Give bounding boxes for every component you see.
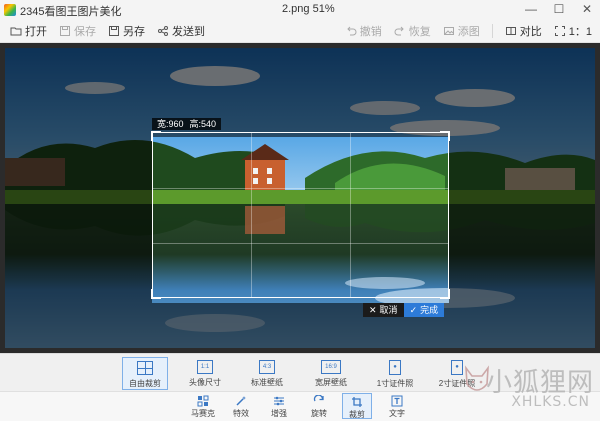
image-canvas[interactable]: 宽:960 高:540 ✕ 取消 ✓ 完成 (0, 43, 600, 353)
save-label: 保存 (74, 26, 96, 38)
add-image-label: 添图 (457, 26, 480, 38)
redo-icon (394, 26, 404, 36)
crop-handle-top-right[interactable] (440, 131, 450, 141)
add-image-button[interactable]: 添图 (443, 22, 480, 40)
tool-mosaic[interactable]: 马赛克 (188, 393, 218, 419)
folder-icon (10, 27, 22, 36)
crop-selection-box[interactable] (151, 131, 450, 299)
share-icon (158, 26, 168, 36)
add-image-icon (443, 27, 454, 35)
redo-label: 恢复 (408, 26, 431, 38)
undo-label: 撤销 (359, 26, 382, 38)
id-photo-person-icon: ● (451, 360, 463, 375)
tool-label: 旋转 (311, 409, 327, 418)
preset-widescreen-wallpaper[interactable]: 16:9 宽屏壁纸 (308, 357, 354, 390)
undo-button[interactable]: 撤销 (345, 22, 382, 40)
compare-icon (505, 27, 516, 35)
save-as-button[interactable]: 另存 (108, 22, 145, 40)
ratio-16-9-icon: 16:9 (321, 360, 341, 374)
close-icon: ✕ (369, 305, 377, 315)
tool-effects[interactable]: 特效 (226, 393, 256, 419)
crop-preset-bar: 自由裁剪 1:1 头像尺寸 4:3 标准壁纸 16:9 宽屏壁纸 ● 1寸证件照… (0, 353, 600, 392)
actual-size-icon (554, 26, 565, 36)
preset-2-inch-id-photo[interactable]: ● 2寸证件照 (434, 357, 480, 390)
crop-action-bar: ✕ 取消 ✓ 完成 (363, 303, 445, 317)
toolbar-divider (491, 24, 493, 38)
send-to-label: 发送到 (172, 26, 205, 38)
actual-size-label: 1：1 (568, 26, 592, 38)
id-photo-person-icon: ● (389, 360, 401, 375)
crop-cancel-label: 取消 (379, 305, 398, 315)
free-crop-grid-icon (137, 361, 153, 375)
compare-button[interactable]: 对比 (505, 22, 542, 40)
crop-handle-top-left[interactable] (151, 131, 161, 141)
open-button[interactable]: 打开 (10, 22, 47, 40)
crop-handle-bottom-right[interactable] (440, 289, 450, 299)
app-logo-icon (4, 4, 16, 16)
crop-confirm-label: 完成 (420, 305, 439, 315)
preset-standard-wallpaper[interactable]: 4:3 标准壁纸 (244, 357, 290, 390)
close-icon[interactable]: ✕ (580, 1, 594, 17)
crop-grid-line (153, 188, 448, 189)
check-icon: ✓ (409, 305, 418, 315)
maximize-icon[interactable]: ☐ (552, 1, 566, 17)
enhance-sliders-icon (274, 396, 284, 406)
app-title: 2345看图王图片美化 (20, 6, 122, 18)
crop-confirm-button[interactable]: ✓ 完成 (403, 303, 445, 317)
file-title: 2.png 51% (282, 3, 335, 15)
actual-size-button[interactable]: 1：1 (554, 22, 592, 40)
minimize-icon[interactable]: — (524, 1, 538, 17)
crop-cancel-button[interactable]: ✕ 取消 (363, 303, 404, 317)
open-label: 打开 (25, 26, 47, 38)
tool-label: 特效 (233, 409, 249, 418)
save-icon (60, 26, 70, 36)
tool-label: 增强 (271, 409, 287, 418)
crop-icon (352, 397, 362, 407)
save-button[interactable]: 保存 (59, 22, 96, 40)
title-bar: 2345看图王图片美化 2.png 51% — ☐ ✕ (0, 0, 600, 20)
main-tool-bar: 马赛克 特效 增强 旋转 裁剪 文字 (0, 391, 600, 421)
tool-enhance[interactable]: 增强 (264, 393, 294, 419)
tool-rotate[interactable]: 旋转 (304, 393, 334, 419)
crop-width-text: 宽:960 (157, 119, 184, 129)
preset-label: 宽屏壁纸 (315, 378, 347, 387)
preset-label: 自由裁剪 (129, 379, 161, 388)
crop-size-label: 宽:960 高:540 (152, 118, 222, 130)
preset-label: 1寸证件照 (376, 379, 414, 388)
crop-height-text: 高:540 (189, 119, 217, 129)
send-to-button[interactable]: 发送到 (157, 22, 205, 40)
ratio-1-1-icon: 1:1 (197, 360, 213, 374)
preset-1-inch-id-photo[interactable]: ● 1寸证件照 (372, 357, 418, 390)
tool-label: 裁剪 (349, 410, 365, 419)
preset-label: 头像尺寸 (189, 378, 221, 387)
crop-grid-line (251, 133, 252, 297)
save-as-label: 另存 (123, 26, 145, 38)
preset-label: 2寸证件照 (438, 379, 476, 388)
ratio-4-3-icon: 4:3 (259, 360, 275, 374)
effects-wand-icon (236, 396, 246, 406)
mosaic-icon (197, 395, 209, 407)
tool-label: 马赛克 (191, 409, 215, 418)
undo-icon (347, 26, 357, 36)
tool-text[interactable]: 文字 (382, 393, 412, 419)
toolbar: 打开 保存 另存 发送到 撤销 恢复 添图 对比 1：1 (0, 20, 600, 43)
preset-label: 标准壁纸 (251, 378, 283, 387)
save-as-icon (109, 26, 119, 36)
preset-avatar-size[interactable]: 1:1 头像尺寸 (182, 357, 228, 390)
crop-grid-line (153, 243, 448, 244)
rotate-icon (313, 395, 324, 402)
tool-crop[interactable]: 裁剪 (342, 393, 372, 419)
text-icon (391, 395, 403, 407)
compare-label: 对比 (519, 26, 542, 38)
tool-label: 文字 (389, 409, 405, 418)
preset-free-crop[interactable]: 自由裁剪 (122, 357, 168, 390)
crop-handle-bottom-left[interactable] (151, 289, 161, 299)
crop-grid-line (350, 133, 351, 297)
redo-button[interactable]: 恢复 (394, 22, 431, 40)
